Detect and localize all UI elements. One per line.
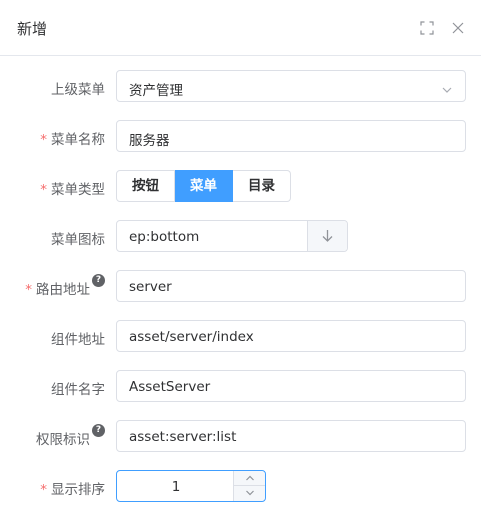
menu-name-label: * 菜单名称 xyxy=(40,132,105,148)
decrease-button[interactable] xyxy=(234,486,265,501)
component-name-input[interactable]: AssetServer xyxy=(116,370,466,402)
permission-label: 权限标识? xyxy=(0,424,105,448)
menu-name-row: * 菜单名称 服务器 xyxy=(0,120,481,152)
sort-label: * 显示排序 xyxy=(40,482,105,498)
stepper-controls xyxy=(233,471,265,501)
menu-type-button[interactable]: 按钮 xyxy=(116,170,175,202)
chevron-up-icon xyxy=(246,475,254,481)
close-icon[interactable] xyxy=(451,21,465,35)
arrow-down-icon xyxy=(322,230,333,242)
sort-row: * 显示排序 1 xyxy=(0,470,481,502)
route-path-value: server xyxy=(129,279,172,295)
menu-type-label: * 菜单类型 xyxy=(40,182,105,198)
menu-name-input[interactable]: 服务器 xyxy=(116,120,466,152)
component-path-row: 组件地址 asset/server/index xyxy=(0,320,481,352)
component-path-value: asset/server/index xyxy=(129,329,254,345)
menu-type-row: * 菜单类型 按钮 菜单 目录 xyxy=(0,170,481,202)
increase-button[interactable] xyxy=(234,471,265,486)
component-path-input[interactable]: asset/server/index xyxy=(116,320,466,352)
permission-value: asset:server:list xyxy=(129,429,237,445)
add-menu-dialog: 新增 上级菜单 资产管理 * 菜单名称 服务器 * 菜单类型 按钮 菜单 目录 … xyxy=(0,0,481,516)
help-icon[interactable]: ? xyxy=(92,424,105,437)
parent-menu-select[interactable]: 资产管理 xyxy=(116,70,466,102)
sort-stepper[interactable]: 1 xyxy=(116,470,266,502)
parent-menu-row: 上级菜单 资产管理 xyxy=(0,70,481,102)
route-path-label: * 路由地址? xyxy=(0,274,105,298)
menu-name-value: 服务器 xyxy=(129,133,170,149)
route-path-input[interactable]: server xyxy=(116,270,466,302)
dialog-header: 新增 xyxy=(0,0,481,56)
component-name-label: 组件名字 xyxy=(51,382,105,398)
permission-row: 权限标识? asset:server:list xyxy=(0,420,481,452)
icon-picker-button[interactable] xyxy=(307,221,347,251)
sort-value[interactable]: 1 xyxy=(117,479,235,495)
parent-menu-label: 上级菜单 xyxy=(51,82,105,98)
component-name-row: 组件名字 AssetServer xyxy=(0,370,481,402)
menu-icon-row: 菜单图标 ep:bottom xyxy=(0,220,481,252)
menu-icon-input[interactable]: ep:bottom xyxy=(116,220,348,252)
help-icon[interactable]: ? xyxy=(92,274,105,287)
fullscreen-icon[interactable] xyxy=(420,21,434,35)
required-mark: * xyxy=(25,282,32,298)
route-path-row: * 路由地址? server xyxy=(0,270,481,302)
parent-menu-value: 资产管理 xyxy=(129,83,183,99)
component-path-label: 组件地址 xyxy=(51,332,105,348)
menu-icon-label: 菜单图标 xyxy=(51,232,105,248)
menu-type-directory[interactable]: 目录 xyxy=(233,170,291,202)
required-mark: * xyxy=(40,182,47,198)
permission-input[interactable]: asset:server:list xyxy=(116,420,466,452)
menu-type-menu[interactable]: 菜单 xyxy=(175,170,233,202)
chevron-down-icon xyxy=(246,490,254,496)
menu-icon-value: ep:bottom xyxy=(129,229,200,245)
required-mark: * xyxy=(40,132,47,148)
menu-type-radio-group: 按钮 菜单 目录 xyxy=(116,170,291,202)
chevron-down-icon xyxy=(441,81,453,93)
required-mark: * xyxy=(40,482,47,498)
component-name-value: AssetServer xyxy=(129,379,211,395)
dialog-title: 新增 xyxy=(17,20,48,38)
